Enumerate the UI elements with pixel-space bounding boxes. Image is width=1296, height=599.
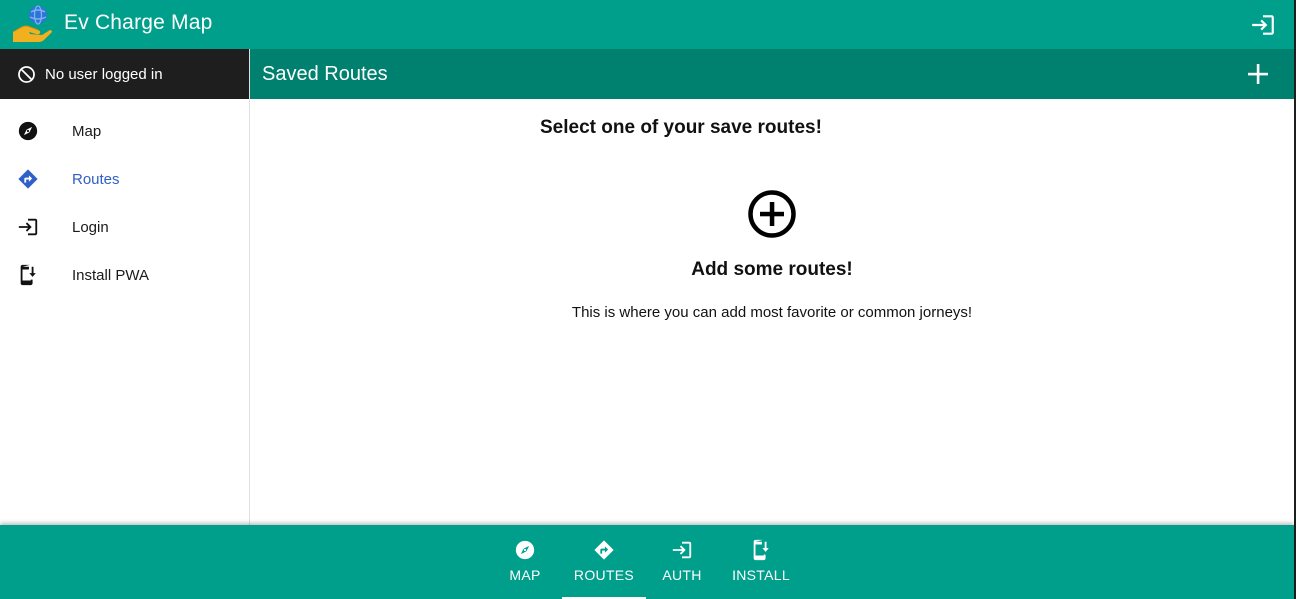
block-icon [18, 65, 35, 83]
sidebar-item-routes[interactable]: Routes [0, 155, 249, 203]
login-icon[interactable] [1250, 12, 1276, 38]
sidebar-item-install-pwa[interactable]: Install PWA [0, 251, 249, 299]
directions-icon [594, 540, 614, 560]
bottom-nav-routes[interactable]: ROUTES [562, 525, 646, 599]
install-mobile-icon [16, 263, 40, 287]
bottom-nav-map[interactable]: MAP [500, 525, 550, 599]
app-bar: Ev Charge Map [0, 0, 1294, 49]
bottom-nav-label: MAP [509, 567, 541, 583]
bottom-nav-auth[interactable]: AUTH [656, 525, 708, 599]
install-mobile-icon [753, 539, 769, 561]
app-root: Ev Charge Map No user logged in Map Rout… [0, 0, 1296, 599]
bottom-nav-label: INSTALL [732, 567, 790, 583]
globe-hand-logo-icon [12, 5, 52, 42]
sidebar-item-map[interactable]: Map [0, 107, 249, 155]
sidebar-item-login[interactable]: Login [0, 203, 249, 251]
plus-icon[interactable] [1246, 62, 1270, 86]
login-icon [16, 215, 40, 239]
compass-icon [515, 540, 535, 560]
sidebar-item-label: Routes [72, 170, 120, 188]
app-title: Ev Charge Map [64, 11, 213, 34]
bottom-nav-label: ROUTES [573, 567, 635, 583]
sidebar-item-label: Map [72, 122, 102, 140]
page-title: Saved Routes [262, 62, 388, 85]
main-content: Saved Routes Select one of your save rou… [250, 49, 1294, 525]
empty-state-description: This is where you can add most favorite … [571, 304, 973, 321]
sidebar-nav: Map Routes Login Install PWA [0, 99, 249, 299]
add-circle-icon[interactable] [747, 189, 797, 239]
bottom-nav: MAP ROUTES AUTH INSTALL [0, 525, 1294, 599]
directions-icon [16, 167, 40, 191]
sidebar: No user logged in Map Routes Login Insta… [0, 49, 250, 525]
compass-icon [16, 119, 40, 143]
bottom-nav-label: AUTH [662, 567, 702, 583]
bottom-nav-install[interactable]: INSTALL [726, 525, 796, 599]
user-status-label: No user logged in [45, 65, 163, 83]
sidebar-item-label: Login [72, 218, 109, 236]
sidebar-item-label: Install PWA [72, 266, 149, 284]
login-icon [672, 541, 692, 559]
saved-routes-header: Saved Routes [250, 49, 1294, 99]
empty-state-title: Add some routes! [691, 259, 853, 280]
user-status-strip: No user logged in [0, 49, 249, 99]
section-heading: Select one of your save routes! [540, 117, 822, 138]
